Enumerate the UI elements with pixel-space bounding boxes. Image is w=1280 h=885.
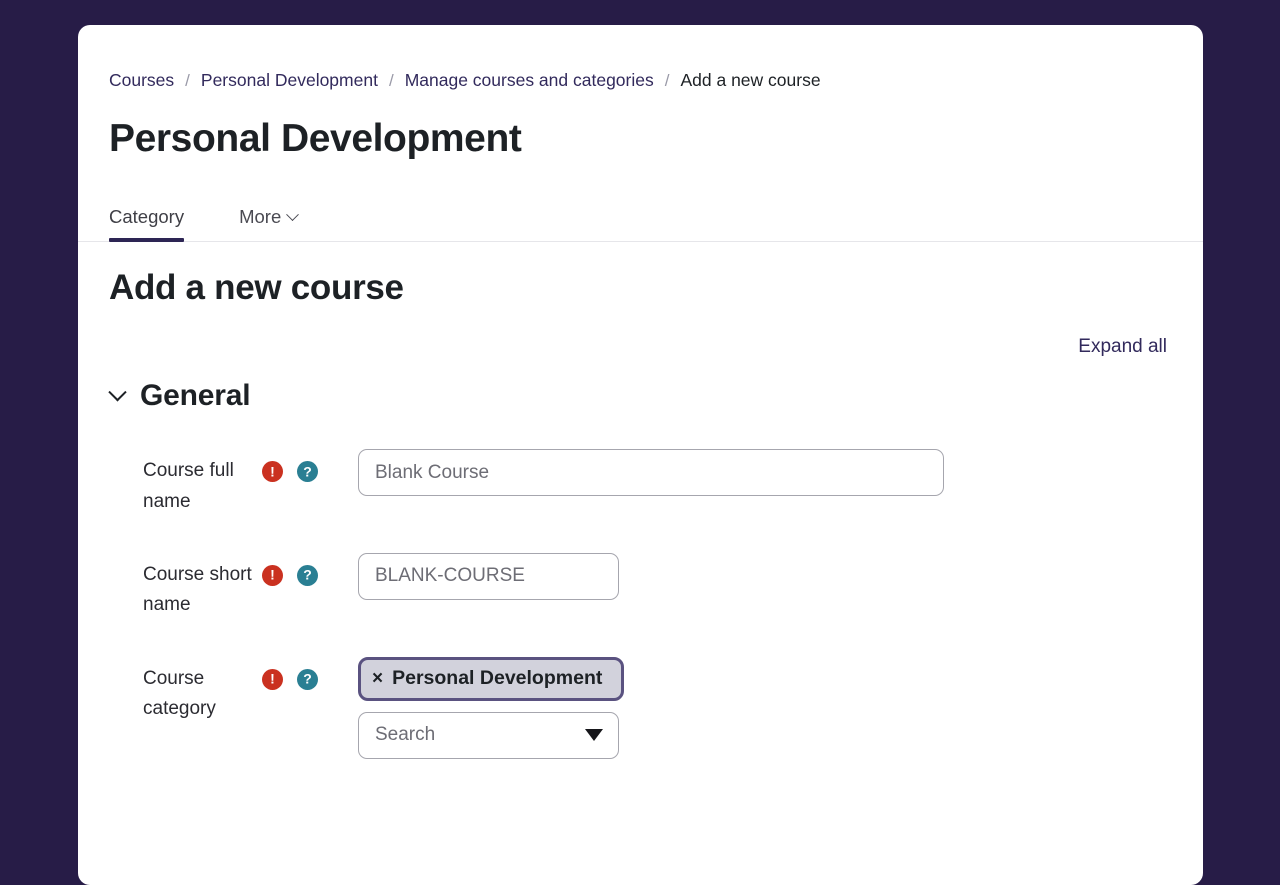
category-search-input[interactable] [358,711,619,759]
field-label-course-short-name: Course short name [143,563,252,616]
required-icon-glyph: ! [270,670,275,687]
help-icon[interactable]: ? [297,564,318,586]
page-header: Courses / Personal Development / Manage … [78,25,1203,243]
expand-all-row: Expand all [109,336,1172,358]
help-icon[interactable]: ? [297,461,318,483]
tab-more[interactable]: More [239,206,300,241]
required-icon-glyph: ! [270,463,275,480]
required-icon[interactable]: ! [262,564,283,586]
badge-column: ! ? [262,446,358,483]
required-icon[interactable]: ! [262,668,283,690]
label-column: Course short name [109,550,262,621]
form-body: Add a new course Expand all General Cour… [78,268,1203,759]
badge-column: ! ? [262,654,358,690]
badge-column: ! ? [262,550,358,586]
field-column: × Personal Development [358,654,1172,759]
chevron-down-icon [108,382,127,402]
help-icon[interactable]: ? [297,668,318,690]
section-title-general: General [140,379,251,413]
required-icon-glyph: ! [270,566,275,583]
field-label-course-category: Course category [143,667,216,720]
required-icon[interactable]: ! [262,461,283,483]
breadcrumb-separator: / [388,71,394,91]
course-full-name-input[interactable] [358,449,944,497]
page-title: Personal Development [109,116,522,160]
breadcrumb-item-courses[interactable]: Courses [109,71,174,90]
form-row-course-short-name: Course short name ! ? [109,550,1172,621]
section-toggle-general[interactable]: General [108,379,251,413]
caret-down-icon[interactable] [585,729,603,742]
tab-more-label: More [239,206,282,228]
label-column: Course full name [109,446,262,517]
expand-all-link[interactable]: Expand all [1078,336,1167,358]
breadcrumb-separator: / [664,71,670,91]
form-row-course-category: Course category ! ? × Personal Developme… [109,654,1172,759]
form-row-course-full-name: Course full name ! ? [109,446,1172,517]
field-column [358,550,1172,600]
selected-category-chip[interactable]: × Personal Development [358,656,624,701]
field-column [358,446,1172,497]
help-icon-glyph: ? [303,670,312,687]
help-icon-glyph: ? [303,566,312,583]
breadcrumb-item-manage-courses-and-categories[interactable]: Manage courses and categories [405,71,654,90]
selected-category-label: Personal Development [392,667,603,690]
breadcrumb-separator: / [185,71,190,91]
category-search-wrap [358,711,619,759]
tab-category[interactable]: Category [109,206,185,243]
label-column: Course category [109,654,262,725]
breadcrumb-item-personal-development[interactable]: Personal Development [201,71,378,90]
breadcrumb-item-add-a-new-course: Add a new course [680,70,821,90]
section-heading-add-a-new-course: Add a new course [109,268,404,308]
tab-category-label: Category [109,206,185,228]
course-short-name-input[interactable] [358,552,619,600]
chevron-down-icon [286,207,300,221]
breadcrumb: Courses / Personal Development / Manage … [78,25,1203,90]
field-label-course-full-name: Course full name [143,460,234,512]
tab-bar: Category More [78,193,1203,243]
page-card: Courses / Personal Development / Manage … [78,25,1203,885]
help-icon-glyph: ? [303,463,312,480]
remove-icon[interactable]: × [372,669,383,688]
